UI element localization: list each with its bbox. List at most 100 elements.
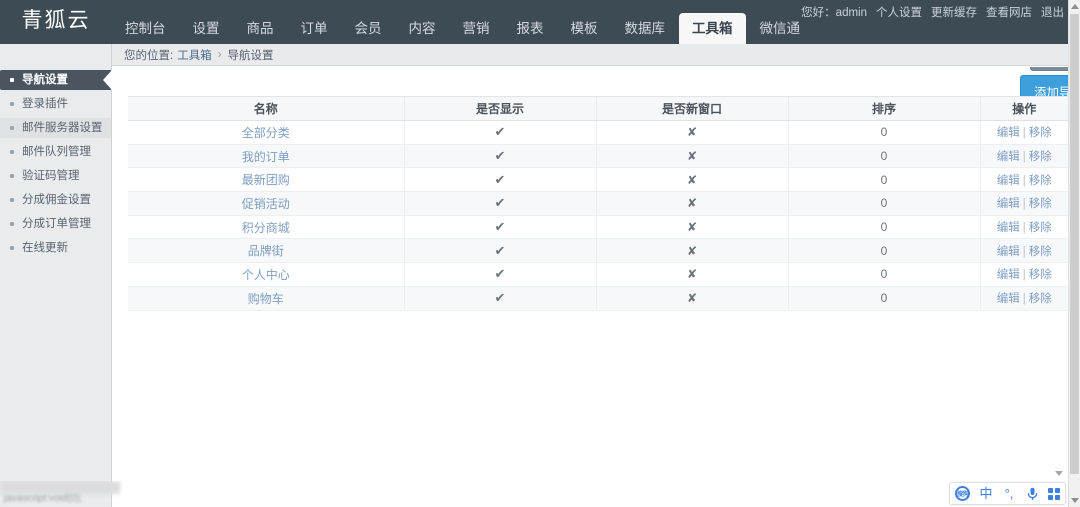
table-header-row: 名称 是否显示 是否新窗口 排序 操作 [128,96,1068,121]
remove-link[interactable]: 移除 [1029,151,1052,163]
edit-link[interactable]: 编辑 [997,222,1020,234]
remove-link[interactable]: 移除 [1029,246,1052,258]
sidebar-item-label: 导航设置 [22,74,68,86]
nav-item-console[interactable]: 控制台 [112,13,179,44]
table-row: 积分商城 ✔ ✘ 0 编辑 | 移除 [128,215,1068,240]
nav-table: 名称 是否显示 是否新窗口 排序 操作 全部分类 ✔ ✘ 0 编辑 | 移除 我… [128,96,1068,311]
cell-sort: 0 [787,238,980,264]
table-row: 全部分类 ✔ ✘ 0 编辑 | 移除 [128,120,1068,145]
nav-name-link[interactable]: 个人中心 [242,268,290,282]
ime-apps-grid-icon[interactable] [1048,487,1060,500]
scroll-up-arrow-icon[interactable] [1069,0,1080,13]
cell-sort: 0 [787,167,980,193]
cell-new-window: ✘ [595,286,788,311]
account-link-view-shop[interactable]: 查看网店 [986,4,1032,20]
nav-name-link[interactable]: 我的订单 [242,150,290,164]
edit-link[interactable]: 编辑 [997,246,1020,258]
cell-name: 最新团购 [128,167,404,193]
content-area: 管理地图 添加导航 名称 是否显示 是否新窗口 排序 操作 全部分 [112,67,1068,507]
breadcrumb-separator-icon: › [217,48,222,61]
cell-actions: 编辑 | 移除 [979,215,1068,240]
nav-name-link[interactable]: 积分商城 [242,221,290,235]
account-link-logout[interactable]: 退出 [1041,4,1064,20]
nav-item-marketing[interactable]: 营销 [450,13,503,44]
cell-name: 促销活动 [128,191,404,216]
nav-name-link[interactable]: 品牌街 [248,244,284,258]
nav-item-content[interactable]: 内容 [396,13,449,44]
remove-link[interactable]: 移除 [1029,198,1052,210]
nav-table-wrapper: 名称 是否显示 是否新窗口 排序 操作 全部分类 ✔ ✘ 0 编辑 | 移除 我… [128,96,1068,311]
remove-link[interactable]: 移除 [1029,269,1052,281]
cell-sort: 0 [787,191,980,216]
sidebar-item-commission-orders[interactable]: 分成订单管理 [0,214,111,234]
account-link-profile[interactable]: 个人设置 [876,4,922,20]
edit-link[interactable]: 编辑 [997,127,1020,139]
cell-new-window: ✘ [595,238,788,264]
scrollbar-thumb[interactable] [1070,14,1079,474]
bullet-icon [10,174,14,178]
nav-item-templates[interactable]: 模板 [558,13,611,44]
edit-link[interactable]: 编辑 [997,269,1020,281]
sidebar-item-captcha[interactable]: 验证码管理 [0,166,111,186]
sidebar-item-mail-server-settings[interactable]: 邮件服务器设置 [0,118,111,138]
nav-name-link[interactable]: 促销活动 [242,197,290,211]
nav-name-link[interactable]: 全部分类 [242,126,290,140]
bullet-icon [10,150,14,154]
sidebar-item-login-plugin[interactable]: 登录插件 [0,94,111,114]
nav-item-toolbox[interactable]: 工具箱 [679,13,746,44]
brand-logo[interactable]: 青狐云 [0,0,112,44]
cell-sort: 0 [787,144,980,169]
edit-link[interactable]: 编辑 [997,151,1020,163]
cell-actions: 编辑 | 移除 [979,286,1068,311]
cell-visible: ✔ [403,191,596,216]
breadcrumb: 您的位置: 工具箱 › 导航设置 [112,44,1068,66]
remove-link[interactable]: 移除 [1029,175,1052,187]
ime-microphone-icon[interactable] [1025,486,1039,502]
nav-item-goods[interactable]: 商品 [234,13,287,44]
cell-sort: 0 [787,262,980,287]
cell-visible: ✔ [403,286,596,311]
cell-visible: ✔ [403,262,596,287]
remove-link[interactable]: 移除 [1029,222,1052,234]
nav-item-reports[interactable]: 报表 [504,13,557,44]
sidebar-item-commission-settings[interactable]: 分成佣金设置 [0,190,111,210]
manage-map-button[interactable]: 管理地图 [1030,67,1068,71]
sidebar-item-label: 在线更新 [22,242,68,254]
nav-item-settings[interactable]: 设置 [180,13,233,44]
nav-item-orders[interactable]: 订单 [288,13,341,44]
sidebar: 导航设置 登录插件 邮件服务器设置 邮件队列管理 验证码管理 分成佣金设置 分成… [0,44,112,507]
table-row: 购物车 ✔ ✘ 0 编辑 | 移除 [128,286,1068,311]
edit-link[interactable]: 编辑 [997,198,1020,210]
breadcrumb-link-toolbox[interactable]: 工具箱 [177,47,212,63]
cell-visible: ✔ [403,167,596,193]
cell-new-window: ✘ [595,215,788,240]
sidebar-item-nav-settings[interactable]: 导航设置 [0,70,112,90]
ime-collapse-arrow-icon[interactable] [1055,471,1063,476]
nav-item-members[interactable]: 会员 [342,13,395,44]
bullet-icon [10,78,14,82]
table-row: 个人中心 ✔ ✘ 0 编辑 | 移除 [128,262,1068,287]
cell-visible: ✔ [403,215,596,240]
remove-link[interactable]: 移除 [1029,293,1052,305]
bullet-icon [10,198,14,202]
ime-language-mode-icon[interactable]: 中 [979,486,993,502]
table-row: 我的订单 ✔ ✘ 0 编辑 | 移除 [128,144,1068,169]
edit-link[interactable]: 编辑 [997,293,1020,305]
ime-toolbar: 搜狗 中 °, [949,471,1066,505]
ime-logo-icon[interactable]: 搜狗 [955,486,970,501]
cell-visible: ✔ [403,120,596,145]
action-separator: | [1022,293,1026,306]
nav-name-link[interactable]: 购物车 [248,292,284,306]
remove-link[interactable]: 移除 [1029,127,1052,139]
main-menu: 控制台 设置 商品 订单 会员 内容 营销 报表 模板 数据库 工具箱 微信通 [112,0,814,44]
nav-item-database[interactable]: 数据库 [612,13,679,44]
account-link-refresh-cache[interactable]: 更新缓存 [931,4,977,20]
cell-actions: 编辑 | 移除 [979,144,1068,169]
sidebar-item-online-update[interactable]: 在线更新 [0,238,111,258]
sidebar-item-mail-queue[interactable]: 邮件队列管理 [0,142,111,162]
nav-name-link[interactable]: 最新团购 [242,173,290,187]
scroll-down-arrow-icon[interactable] [1069,494,1080,507]
edit-link[interactable]: 编辑 [997,175,1020,187]
ime-punctuation-icon[interactable]: °, [1002,486,1016,502]
page-scrollbar[interactable] [1068,0,1080,507]
